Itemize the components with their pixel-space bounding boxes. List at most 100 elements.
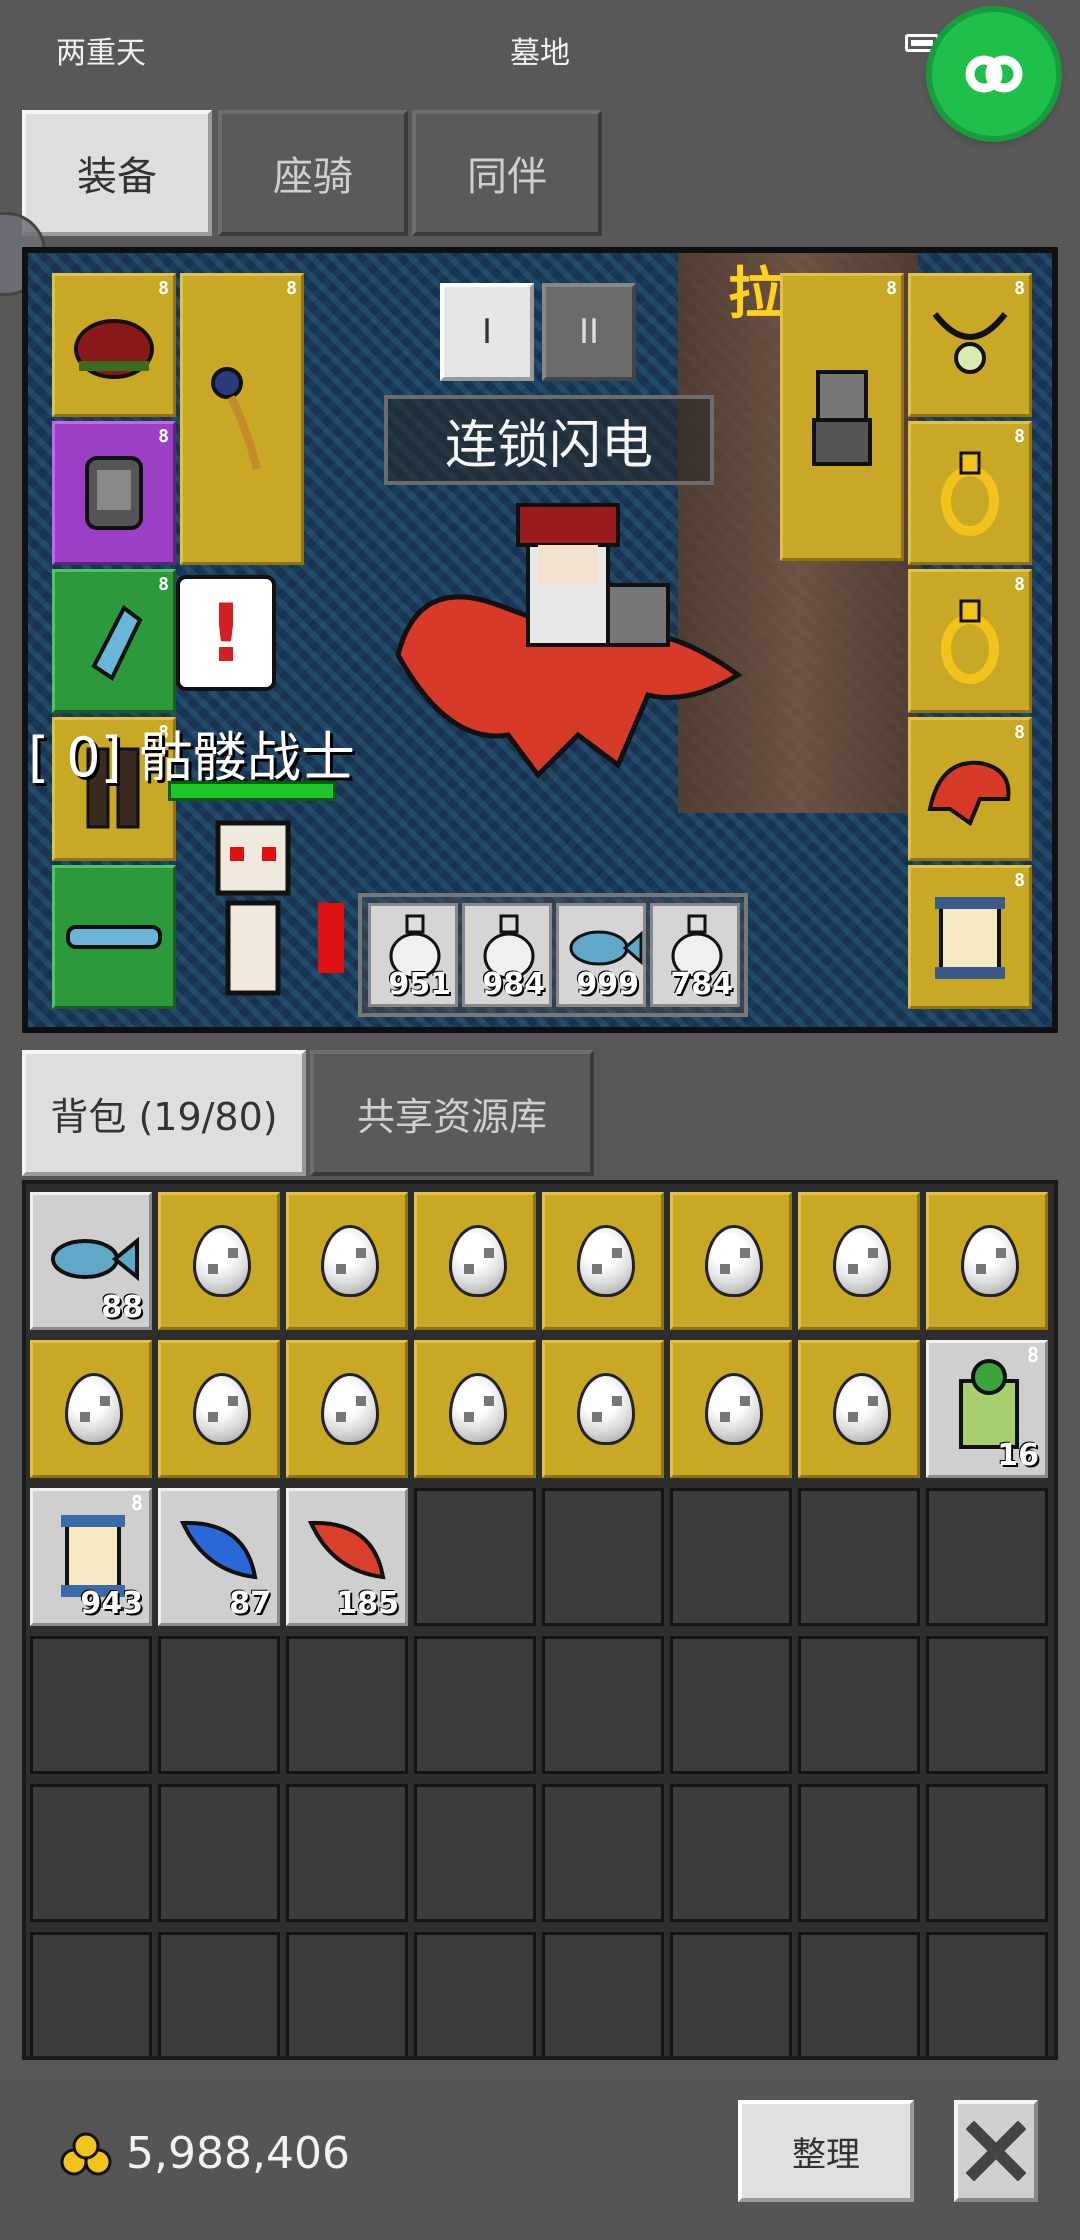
inventory-slot-egg[interactable] [414, 1192, 536, 1330]
inventory-slot-empty[interactable] [286, 1932, 408, 2056]
inventory-slot-blue-feather[interactable]: 87 [158, 1488, 280, 1626]
battery-icon [905, 34, 939, 52]
page-button-1[interactable]: I [440, 283, 534, 381]
inventory-slot-empty[interactable] [798, 1636, 920, 1774]
lock-icon: 8 [286, 278, 297, 299]
quick-slot-3[interactable]: 999 [556, 903, 646, 1007]
inventory-slot-empty[interactable] [798, 1932, 920, 2056]
inventory-slot-empty[interactable] [670, 1636, 792, 1774]
equip-slot-ring-2[interactable]: 8 [908, 569, 1032, 713]
quick-slot-1[interactable]: 951 [368, 903, 458, 1007]
equip-slot-weapon[interactable]: 8 [180, 273, 304, 565]
tab-mount-label: 座骑 [273, 154, 353, 200]
page-button-2[interactable]: II [542, 283, 636, 381]
sort-button[interactable]: 整理 [738, 2100, 914, 2202]
equip-slot-gloves[interactable]: 8 [52, 569, 176, 713]
egg-icon [961, 1225, 1019, 1297]
inventory-slot-egg[interactable] [30, 1340, 152, 1478]
inventory-slot-empty[interactable] [286, 1784, 408, 1922]
quick-slot-4[interactable]: 784 [650, 903, 740, 1007]
inventory-slot-empty[interactable] [30, 1636, 152, 1774]
ring-icon [941, 451, 999, 536]
inventory-slot-empty[interactable] [414, 1636, 536, 1774]
tab-equipment[interactable]: 装备 [22, 110, 212, 236]
gloves-icon [91, 604, 143, 681]
inventory-slot-egg[interactable] [414, 1340, 536, 1478]
inventory-slot-egg[interactable] [798, 1192, 920, 1330]
inventory-slot-green-scroll[interactable]: 8 16 [926, 1340, 1048, 1478]
equip-slot-companion[interactable]: 8 [780, 273, 904, 561]
inventory-slot-empty[interactable] [798, 1784, 920, 1922]
alert-bubble[interactable]: ! [176, 575, 276, 691]
inventory-slot-egg[interactable] [926, 1192, 1048, 1330]
inventory-slot-scroll[interactable]: 8 943 [30, 1488, 152, 1626]
egg-icon [193, 1373, 251, 1445]
inventory-slot-empty[interactable] [414, 1932, 536, 2056]
egg-icon [321, 1373, 379, 1445]
page-button-2-label: II [578, 312, 600, 352]
sort-button-label: 整理 [792, 2134, 860, 2175]
inventory-slot-egg[interactable] [670, 1340, 792, 1478]
inventory-slot-empty[interactable] [158, 1636, 280, 1774]
inventory-slot-egg[interactable] [158, 1192, 280, 1330]
hero-on-dragon-sprite [395, 503, 743, 779]
egg-icon [833, 1225, 891, 1297]
equip-slot-armor[interactable]: 8 [52, 421, 176, 565]
egg-icon [449, 1225, 507, 1297]
inventory-slot-egg[interactable] [542, 1192, 664, 1330]
equip-slot-ring-1[interactable]: 8 [908, 421, 1032, 565]
inventory-slot-egg[interactable] [286, 1340, 408, 1478]
equip-slot-scroll[interactable]: 8 [908, 865, 1032, 1009]
inventory-slot-empty[interactable] [286, 1636, 408, 1774]
egg-icon [449, 1373, 507, 1445]
inventory-slot-empty[interactable] [542, 1488, 664, 1626]
equip-slot-necklace[interactable]: 8 [908, 273, 1032, 417]
tab-companion-label: 同伴 [467, 154, 547, 200]
tab-shared-storage[interactable]: 共享资源库 [310, 1050, 594, 1176]
inventory-slot-empty[interactable] [926, 1636, 1048, 1774]
tab-equipment-label: 装备 [77, 154, 157, 200]
scroll-icon [935, 897, 1005, 979]
inventory-slot-empty[interactable] [926, 1784, 1048, 1922]
tab-mount[interactable]: 座骑 [218, 110, 408, 236]
inventory-slot-empty[interactable] [158, 1784, 280, 1922]
inventory-slot-red-feather[interactable]: 185 [286, 1488, 408, 1626]
inventory-slot-empty[interactable] [926, 1932, 1048, 2056]
lock-icon: 8 [1014, 278, 1025, 299]
inventory-slot-egg[interactable] [286, 1192, 408, 1330]
inventory-slot-empty[interactable] [30, 1784, 152, 1922]
equip-slot-helmet[interactable]: 8 [52, 273, 176, 417]
equip-slot-mount[interactable]: 8 [908, 717, 1032, 861]
item-count: 87 [229, 1586, 271, 1621]
skeleton-warrior-sprite[interactable] [178, 813, 368, 1013]
close-button[interactable] [954, 2100, 1038, 2202]
inventory-slot-empty[interactable] [158, 1932, 280, 2056]
link-button[interactable] [932, 12, 1056, 136]
inventory-slot-egg[interactable] [158, 1340, 280, 1478]
inventory-slot-empty[interactable] [798, 1488, 920, 1626]
quick-slot-count: 984 [482, 967, 545, 1002]
inventory-slot-empty[interactable] [414, 1784, 536, 1922]
inventory-slot-empty[interactable] [926, 1488, 1048, 1626]
lock-icon: 8 [1026, 1343, 1039, 1367]
inventory-slot-empty[interactable] [670, 1488, 792, 1626]
armor-icon [85, 456, 143, 530]
inventory-slot-empty[interactable] [670, 1784, 792, 1922]
inventory-slot-fish[interactable]: 88 [30, 1192, 152, 1330]
inventory-slot-empty[interactable] [670, 1932, 792, 2056]
inventory-slot-empty[interactable] [542, 1636, 664, 1774]
inventory-slot-empty[interactable] [30, 1932, 152, 2056]
inventory-slot-empty[interactable] [542, 1784, 664, 1922]
quick-slot-count: 951 [388, 967, 451, 1002]
inventory-slot-egg[interactable] [798, 1340, 920, 1478]
inventory-slot-egg[interactable] [670, 1192, 792, 1330]
equip-slot-belt[interactable] [52, 865, 176, 1009]
inventory-slot-egg[interactable] [542, 1340, 664, 1478]
quick-slot-2[interactable]: 984 [462, 903, 552, 1007]
tab-companion[interactable]: 同伴 [412, 110, 602, 236]
inventory-slot-empty[interactable] [542, 1932, 664, 2056]
gold-coins-icon [60, 2132, 112, 2176]
inventory-slot-empty[interactable] [414, 1488, 536, 1626]
staff-icon [211, 367, 261, 470]
tab-backpack[interactable]: 背包 (19/80) [22, 1050, 306, 1176]
